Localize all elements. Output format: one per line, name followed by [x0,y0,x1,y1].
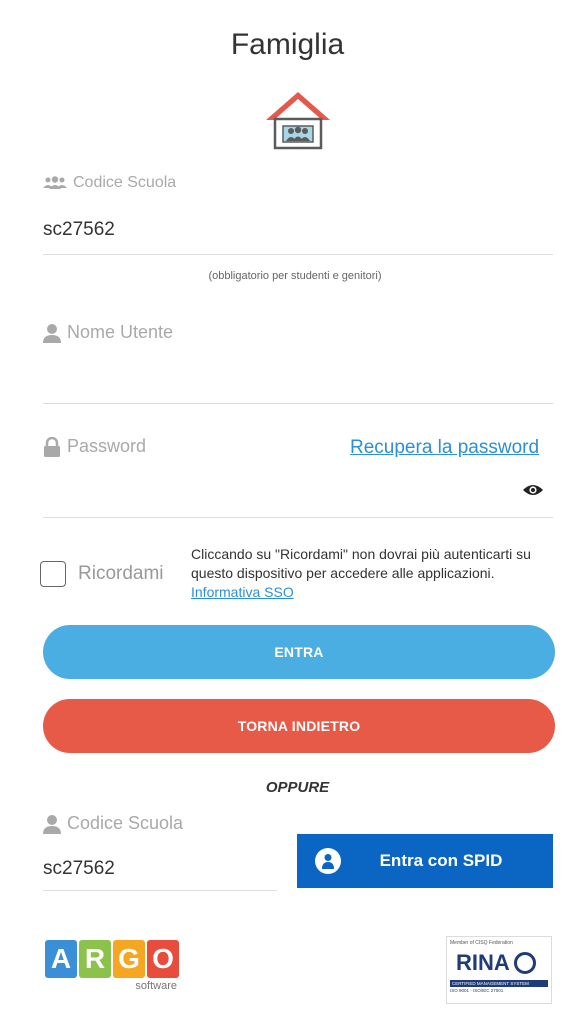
username-label: Nome Utente [43,322,173,343]
argo-logo-tile: G [113,940,145,978]
rina-mark-text: RINA [456,950,510,975]
user-icon [43,323,61,343]
family-house-icon [262,88,334,152]
school-code-label-text: Codice Scuola [73,174,177,191]
remember-notice: Cliccando su "Ricordami" non dovrai più … [191,545,561,602]
school-code-input[interactable]: sc27562 [43,219,115,241]
argo-logo-tile: R [79,940,111,978]
eye-icon[interactable] [522,483,544,502]
rina-iso-text: ISO 9001 · ISO/IEC 27001 [450,988,504,993]
lock-icon [43,436,61,457]
recover-password-link[interactable]: Recupera la password [350,437,539,459]
username-underline [43,403,553,404]
back-button[interactable]: TORNA INDIETRO [43,699,555,753]
rina-member-text: Member of CISQ Federation [450,940,513,946]
rina-mark: RINA [456,950,551,976]
spid-school-code-input[interactable]: sc27562 [43,858,115,880]
argo-subtitle: software [135,980,177,992]
spid-school-code-underline [43,890,277,891]
school-code-underline [43,254,553,255]
or-divider: OPPURE [265,779,330,796]
remember-notice-text: Cliccando su "Ricordami" non dovrai più … [191,546,531,581]
password-label: Password [43,436,146,457]
argo-logo-tile: A [45,940,77,978]
sso-info-link[interactable]: Informativa SSO [191,584,294,600]
school-code-label: Codice Scuola [43,174,176,192]
password-underline [43,517,553,518]
argo-logo: ARGO software [45,940,179,992]
school-code-hint: (obbligatorio per studenti e genitori) [208,270,382,282]
remember-checkbox[interactable] [40,561,66,587]
user-icon [43,814,61,834]
spid-login-button[interactable]: Entra con SPID [297,834,553,888]
page-title: Famiglia [230,28,345,61]
users-icon [43,175,67,191]
spid-school-code-label: Codice Scuola [43,813,183,834]
rina-certification-logo: Member of CISQ Federation RINA CERTIFIED… [446,936,552,1004]
cisq-ring-icon [513,952,536,974]
username-input[interactable] [43,370,553,396]
password-input[interactable] [43,481,513,507]
spid-user-icon [315,848,341,874]
rina-certified-bar: CERTIFIED MANAGEMENT SYSTEM [450,980,548,987]
username-label-text: Nome Utente [67,322,174,342]
enter-button[interactable]: ENTRA [43,625,555,679]
spid-button-label: Entra con SPID [379,851,503,870]
remember-label: Ricordami [78,563,164,584]
spid-school-code-label-text: Codice Scuola [67,813,184,833]
password-label-text: Password [67,436,147,456]
argo-logo-tile: O [147,940,179,978]
